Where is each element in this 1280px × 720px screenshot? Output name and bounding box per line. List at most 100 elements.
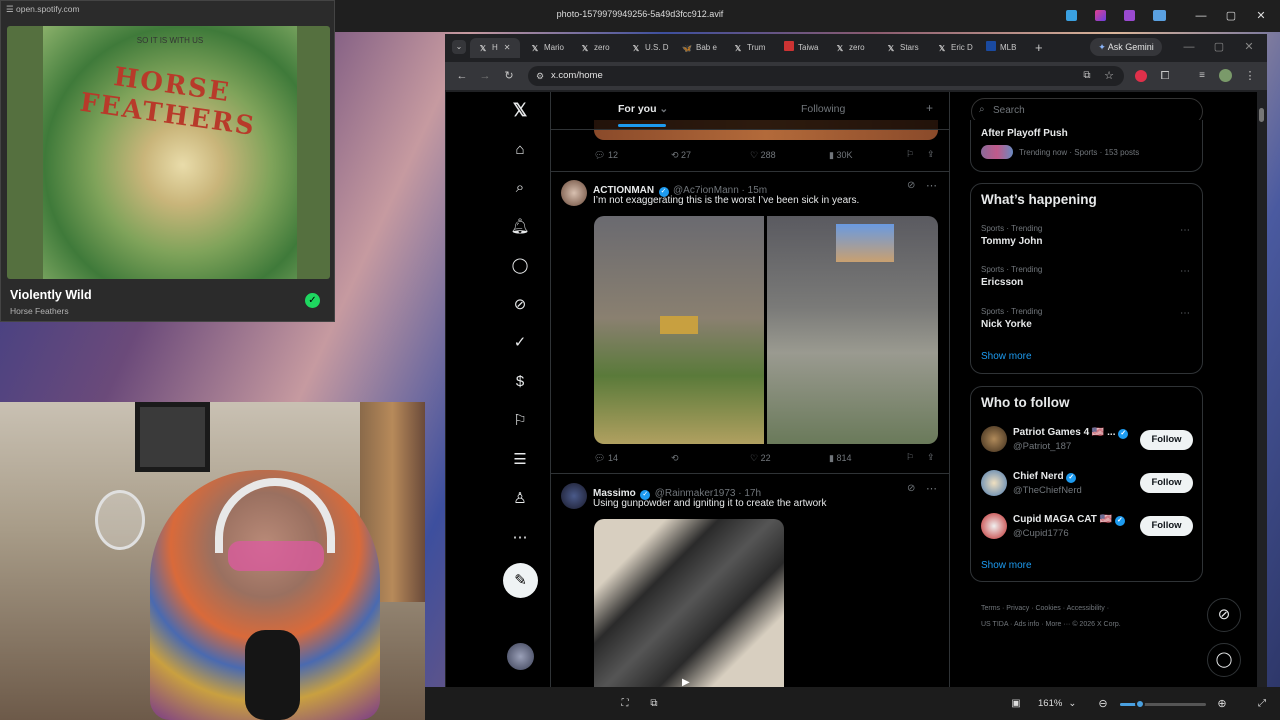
lists-icon[interactable]: ☰ xyxy=(510,450,530,470)
expand-icon[interactable]: ⤢ xyxy=(1255,697,1269,711)
grok-icon[interactable]: ⊘ xyxy=(907,180,915,191)
trend-title[interactable]: Ericsson xyxy=(981,277,1023,288)
home-icon[interactable]: ⌂ xyxy=(510,140,530,160)
tab-following[interactable]: Following xyxy=(801,103,845,115)
footer-link[interactable]: Terms xyxy=(981,605,1000,612)
messages-float-button[interactable]: ◯ xyxy=(1207,643,1241,677)
tweet-avatar[interactable] xyxy=(561,180,587,206)
account-avatar[interactable] xyxy=(981,470,1007,496)
tab[interactable]: 𝕏 Mario xyxy=(530,38,564,58)
tab-for-you[interactable]: For you ⌄ xyxy=(618,103,668,115)
minimize-button[interactable]: — xyxy=(1194,9,1208,23)
song-title[interactable]: Violently Wild xyxy=(10,288,92,302)
reply-count[interactable]: 💬︎ 12 xyxy=(594,150,618,161)
trend-more-icon[interactable]: ⋯ xyxy=(1180,266,1190,277)
footer-link[interactable]: Privacy xyxy=(1006,605,1029,612)
extensions-icon[interactable]: ⧠ xyxy=(1158,69,1172,83)
adblock-extension-icon[interactable] xyxy=(1135,70,1147,82)
follow-button[interactable]: Follow xyxy=(1140,516,1193,536)
chrome-maximize-button[interactable]: ▢ xyxy=(1212,40,1226,54)
tab[interactable]: 𝕏zero xyxy=(580,38,610,58)
explore-search-icon[interactable]: ⌕ xyxy=(510,178,530,198)
tab[interactable]: 𝕏 Eric D xyxy=(937,38,973,58)
trend-title[interactable]: Nick Yorke xyxy=(981,319,1032,330)
address-bar[interactable] xyxy=(528,66,1124,86)
page-scrollbar[interactable] xyxy=(1257,92,1267,687)
taskbar-app-icon[interactable] xyxy=(1153,10,1166,21)
taskbar-app-icon[interactable] xyxy=(1124,10,1135,21)
tab[interactable]: 𝕏 Stars xyxy=(886,38,919,58)
reload-icon[interactable]: ↻ xyxy=(502,69,516,83)
account-avatar[interactable] xyxy=(981,513,1007,539)
like-count[interactable]: ♡ 22 xyxy=(750,453,771,464)
trend-more-icon[interactable]: ⋯ xyxy=(1180,225,1190,236)
tab[interactable]: Taiwa xyxy=(784,38,818,58)
more-icon[interactable]: ⋯ xyxy=(510,528,530,548)
url-text[interactable]: x.com/home xyxy=(551,70,603,81)
tweet-avatar[interactable] xyxy=(561,483,587,509)
retweet-count[interactable]: ⟲ 27 xyxy=(671,150,691,161)
chrome-minimize-button[interactable]: — xyxy=(1182,40,1196,54)
footer-link[interactable]: Accessibility xyxy=(1067,605,1105,612)
show-more-link[interactable]: Show more xyxy=(981,351,1032,362)
scrollbar-thumb[interactable] xyxy=(1259,108,1264,122)
bookmark-star-icon[interactable]: ☆ xyxy=(1102,69,1116,83)
account-name[interactable]: Cupid MAGA CAT 🇺🇸 xyxy=(1013,514,1112,525)
money-icon[interactable]: $ xyxy=(510,372,530,392)
zoom-in-icon[interactable]: ⊕ xyxy=(1215,697,1229,711)
tab[interactable]: 🦋 Bab e xyxy=(682,38,717,58)
account-handle[interactable]: @Cupid1776 xyxy=(1013,528,1069,539)
zoom-slider-thumb[interactable] xyxy=(1135,699,1145,709)
fit-icon[interactable]: ▣ xyxy=(1009,697,1023,711)
close-button[interactable]: ✕ xyxy=(1254,9,1268,23)
maximize-button[interactable]: ▢ xyxy=(1224,9,1238,23)
tab[interactable]: 𝕏zero xyxy=(835,38,865,58)
account-handle[interactable]: @Patriot_187 xyxy=(1013,441,1071,452)
account-avatar[interactable] xyxy=(981,426,1007,452)
more-options-icon[interactable]: ⋯ xyxy=(926,179,937,192)
image-info-icon[interactable]: ⧉ xyxy=(647,697,661,711)
tab-close-icon[interactable]: ✕ xyxy=(504,43,511,52)
view-count[interactable]: ▮ 30K xyxy=(829,150,852,161)
messages-icon[interactable]: ◯ xyxy=(510,256,530,276)
follow-button[interactable]: Follow xyxy=(1140,473,1193,493)
verified-orgs-icon[interactable]: ✓ xyxy=(510,333,530,353)
view-count[interactable]: ▮ 814 xyxy=(829,453,851,464)
tweet-video[interactable] xyxy=(594,519,784,687)
forward-icon[interactable]: → xyxy=(478,69,492,83)
zoom-level[interactable]: 161% ⌄ xyxy=(1038,698,1076,709)
account-name[interactable]: Patriot Games 4 🇺🇸 ... xyxy=(1013,427,1116,438)
footer-link[interactable]: Cookies xyxy=(1035,605,1060,612)
ask-gemini-button[interactable]: ✦ Ask Gemini xyxy=(1090,38,1162,56)
grok-icon[interactable]: ⊘ xyxy=(907,483,915,494)
reading-list-icon[interactable]: ≡ xyxy=(1195,69,1209,83)
more-options-icon[interactable]: ⋯ xyxy=(926,482,937,495)
add-tab-icon[interactable]: + xyxy=(926,101,933,115)
profile-avatar[interactable] xyxy=(1219,69,1232,82)
artist-name[interactable]: Horse Feathers xyxy=(10,306,69,316)
install-app-icon[interactable]: ⧉ xyxy=(1080,69,1094,83)
site-info-icon[interactable]: ⚙ xyxy=(533,69,547,83)
back-icon[interactable]: ← xyxy=(455,69,469,83)
saved-check-icon[interactable]: ✓ xyxy=(305,293,320,308)
show-more-link[interactable]: Show more xyxy=(981,560,1032,571)
retweet-count[interactable]: ⟲ xyxy=(671,453,679,464)
fullscreen-icon[interactable]: ⛶ xyxy=(618,697,632,711)
share-icon[interactable]: ⇪ xyxy=(927,452,935,463)
chrome-menu-icon[interactable]: ⋮ xyxy=(1243,69,1257,83)
taskbar-app-icon[interactable] xyxy=(1066,10,1077,21)
like-count[interactable]: ♡ 288 xyxy=(750,150,776,161)
tab[interactable]: 𝕏 U.S. D xyxy=(631,38,669,58)
grok-icon[interactable]: ⊘ xyxy=(510,295,530,315)
tab-search-button[interactable]: ⌄ xyxy=(452,40,466,54)
bookmark-icon[interactable]: ⚐ xyxy=(906,149,914,160)
profile-icon[interactable]: ♙ xyxy=(510,489,530,509)
x-logo-icon[interactable]: 𝕏 xyxy=(510,100,530,120)
footer-link[interactable]: More ··· xyxy=(1045,621,1070,628)
account-name[interactable]: Chief Nerd xyxy=(1013,471,1064,482)
chrome-close-button[interactable]: ✕ xyxy=(1242,40,1256,54)
bookmarks-icon[interactable]: ⚐ xyxy=(510,411,530,431)
notifications-bell-icon[interactable]: 🔔︎ xyxy=(510,217,530,237)
new-tab-button[interactable]: + xyxy=(1035,40,1043,55)
tab[interactable]: MLB xyxy=(986,38,1016,58)
